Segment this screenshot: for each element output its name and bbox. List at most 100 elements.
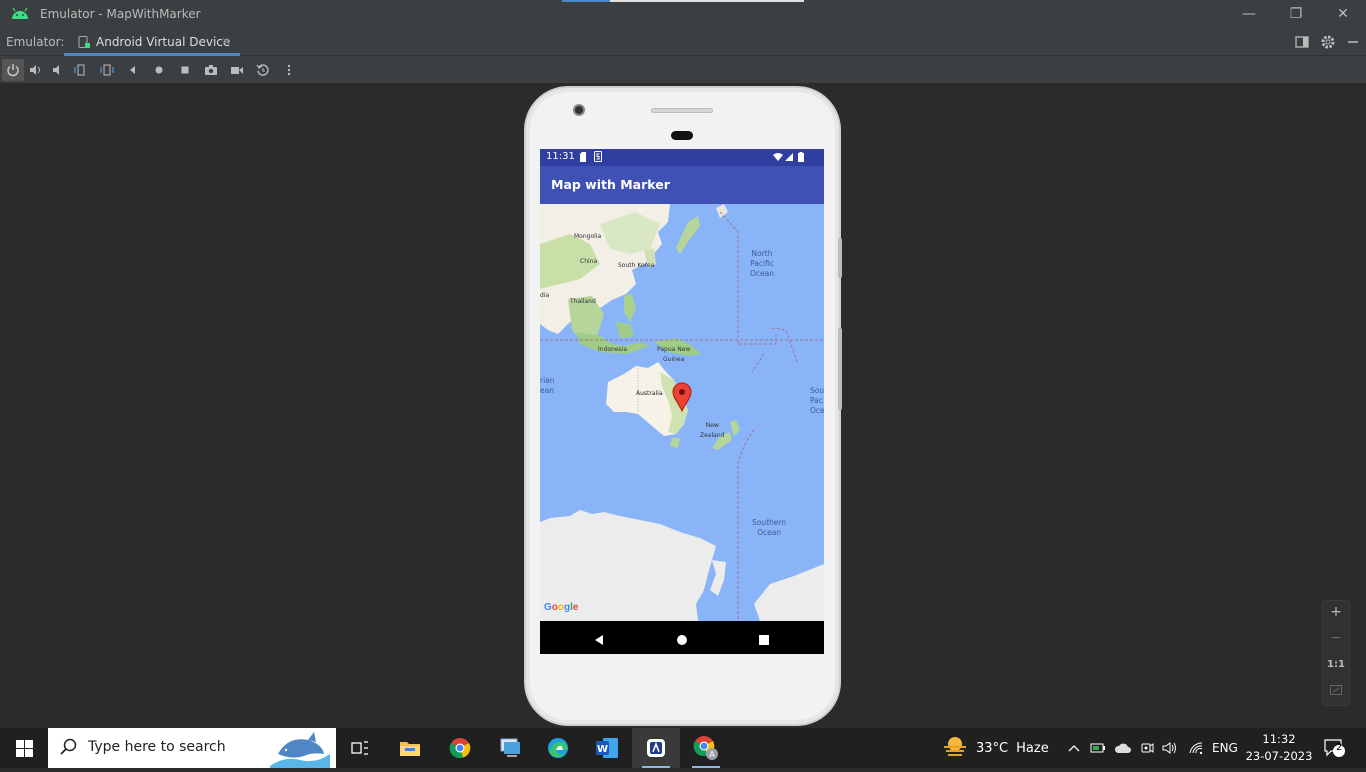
emulator-toolbar [0, 56, 1366, 84]
windows-start-button[interactable] [0, 728, 48, 768]
emulator-label: Emulator: [6, 35, 65, 49]
wifi-icon [773, 153, 783, 164]
file-explorer-icon[interactable] [386, 728, 434, 768]
front-camera [573, 104, 585, 116]
taskbar-clock[interactable]: 11:32 23-07-2023 [1240, 731, 1318, 765]
fit-screen-icon [1330, 685, 1342, 695]
battery-charging-icon[interactable] [1090, 728, 1106, 768]
notification-count: 2 [1336, 742, 1343, 753]
map-label-north-pacific-ocean: North Pacific Ocean [750, 249, 774, 278]
notification-center-icon[interactable]: 2 [1324, 728, 1346, 768]
svg-text:A: A [709, 750, 715, 759]
status-time: 11:31 [546, 151, 575, 162]
sd-card-icon [579, 152, 587, 165]
gear-icon[interactable] [1319, 33, 1337, 51]
phone-sensor [671, 131, 693, 140]
phone-power-button[interactable] [838, 328, 842, 410]
word-icon[interactable]: W [583, 728, 631, 768]
rotate-right-icon[interactable] [96, 59, 118, 81]
map-label-china: China [580, 258, 598, 265]
device-icon [78, 36, 90, 52]
svg-text:W: W [597, 744, 608, 755]
home-icon[interactable] [148, 59, 170, 81]
hide-panel-icon[interactable] [1344, 33, 1362, 51]
loading-indicator [562, 0, 610, 2]
onedrive-cloud-icon[interactable] [1114, 728, 1132, 768]
wifi-network-icon[interactable] [1188, 728, 1204, 768]
meet-now-icon[interactable] [1140, 728, 1154, 768]
edge-icon[interactable] [534, 728, 582, 768]
task-view-icon[interactable] [336, 728, 384, 768]
map-label-india-edge: dia [540, 292, 550, 299]
restore-button[interactable]: ❐ [1281, 4, 1311, 24]
map-label-papua-new-guinea: Papua New Guinea [657, 346, 691, 363]
google-map[interactable]: Mongolia China South Korea Thailand dia … [540, 204, 824, 621]
clock-time: 11:32 [1262, 732, 1296, 746]
minimize-button[interactable]: — [1234, 4, 1264, 24]
layout-icon[interactable] [1293, 33, 1311, 51]
volume-up-icon[interactable] [24, 59, 46, 81]
map-label-south-pacific-ocean: Sou Pac Oce [810, 386, 824, 415]
search-icon [60, 738, 78, 760]
speaker-volume-icon[interactable] [1162, 728, 1178, 768]
search-highlight-whale-icon [264, 730, 334, 772]
power-icon[interactable] [2, 59, 24, 81]
rotate-left-icon[interactable] [70, 59, 92, 81]
more-icon[interactable] [278, 59, 300, 81]
android-studio-icon[interactable] [632, 728, 680, 768]
zoom-controls: + − 1:1 [1322, 600, 1350, 706]
android-navbar [540, 621, 824, 654]
clock-date: 23-07-2023 [1245, 749, 1313, 763]
overview-icon[interactable] [174, 59, 196, 81]
nav-back-icon[interactable] [593, 631, 605, 650]
weather-widget[interactable]: 33°C Haze [942, 728, 1049, 768]
loading-indicator-track [610, 0, 804, 2]
phone-volume-button[interactable] [838, 238, 842, 278]
chrome-icon[interactable] [436, 728, 484, 768]
map-label-mongolia: Mongolia [574, 233, 602, 240]
snapshot-icon[interactable] [252, 59, 274, 81]
chrome-profile-icon[interactable]: A [682, 728, 730, 768]
weather-condition: Haze [1016, 740, 1049, 756]
windows-taskbar: Type here to search W A 33°C Haze ENG 11… [0, 728, 1366, 768]
window-title: Emulator - MapWithMarker [40, 7, 201, 21]
google-logo: Google [544, 602, 579, 613]
zoom-fit-button[interactable] [1323, 683, 1349, 701]
device-screen: 11:31 Map with Marker Mongolia China Sou… [540, 149, 824, 654]
nav-overview-icon[interactable] [758, 631, 770, 650]
volume-down-icon[interactable] [46, 59, 68, 81]
screenrecord-icon[interactable] [226, 59, 248, 81]
tab-android-virtual-device[interactable]: Android Virtual Device ✕ [64, 29, 240, 56]
taskbar-search-box[interactable]: Type here to search [48, 728, 336, 768]
input-language[interactable]: ENG [1212, 728, 1238, 768]
camera-icon[interactable] [200, 59, 222, 81]
back-icon[interactable] [122, 59, 144, 81]
map-label-indian-ocean: rian ean [540, 376, 555, 395]
zoom-in-button[interactable]: + [1323, 604, 1349, 620]
notification-s-icon [594, 151, 602, 165]
emulator-tabbar: Emulator: Android Virtual Device ✕ [0, 29, 1366, 56]
tab-label: Android Virtual Device [96, 35, 231, 49]
map-label-south-korea: South Korea [618, 262, 655, 269]
map-marker-icon[interactable] [672, 382, 692, 416]
signal-icon [785, 153, 793, 164]
android-icon [11, 7, 29, 23]
close-button[interactable]: ✕ [1328, 4, 1358, 24]
weather-temperature: 33°C [976, 740, 1009, 756]
map-label-new-zealand: New Zealand [700, 422, 725, 439]
battery-icon [798, 152, 804, 165]
window-titlebar: Emulator - MapWithMarker — ❐ ✕ [0, 0, 1366, 29]
remote-desktop-icon[interactable] [486, 728, 534, 768]
zoom-actual-size-button[interactable]: 1:1 [1323, 659, 1349, 670]
map-label-australia: Australia [636, 390, 663, 397]
haze-weather-icon [942, 735, 968, 761]
zoom-out-button[interactable]: − [1323, 630, 1349, 646]
map-label-southern-ocean: Southern Ocean [752, 518, 787, 537]
show-hidden-icons-chevron-up-icon[interactable] [1068, 728, 1080, 768]
earpiece [651, 108, 713, 113]
tab-close-icon[interactable]: ✕ [221, 35, 230, 48]
nav-home-icon[interactable] [676, 631, 688, 650]
map-label-thailand: Thailand [570, 298, 596, 305]
android-statusbar: 11:31 [540, 149, 824, 166]
windows-logo-icon [15, 739, 33, 757]
